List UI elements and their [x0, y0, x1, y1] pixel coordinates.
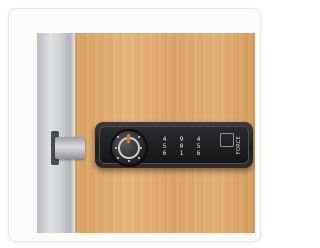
combination-lock: 4 5 6 9 0 1 4 5 6 FORCE	[95, 122, 253, 168]
dial-digit: 0	[179, 142, 184, 150]
dial-digit: 4	[196, 135, 201, 143]
dial-digit: 5	[162, 142, 167, 150]
lock-bolt	[55, 137, 85, 159]
dial-digit: 6	[162, 149, 167, 157]
brand-plate	[220, 133, 234, 147]
product-photo: 4 5 6 9 0 1 4 5 6 FORCE	[37, 33, 255, 233]
knob-indicator	[127, 134, 130, 143]
combination-dial: 4 5 6	[192, 132, 205, 160]
lock-knob	[110, 129, 148, 167]
dial-digit: 6	[196, 149, 201, 157]
combination-dial: 4 5 6	[158, 132, 171, 160]
brand-label: FORCE	[236, 136, 242, 155]
combination-dial: 9 0 1	[175, 132, 188, 160]
combination-dials: 4 5 6 9 0 1 4 5 6	[158, 132, 205, 160]
dial-digit: 9	[179, 135, 184, 143]
product-image-card[interactable]: 4 5 6 9 0 1 4 5 6 FORCE	[8, 8, 261, 242]
dial-digit: 5	[196, 142, 201, 150]
dial-digit: 4	[162, 135, 167, 143]
dial-digit: 1	[179, 149, 184, 157]
lock-face: 4 5 6 9 0 1 4 5 6 FORCE	[99, 126, 249, 167]
